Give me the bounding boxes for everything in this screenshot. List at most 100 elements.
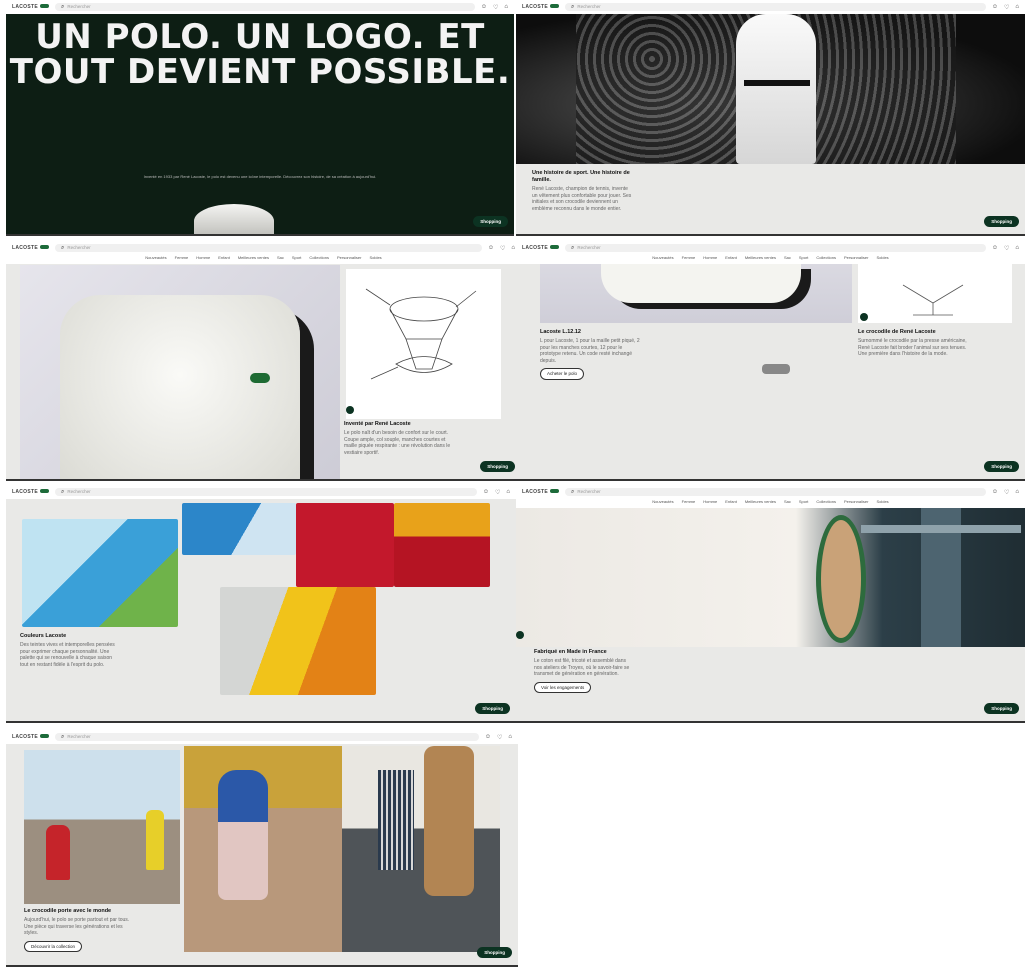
panel-invention: LACOSTE ⌕ Rechercher ☺ ♡ ⌂ Nouveautés Fem…: [6, 241, 521, 481]
search-input[interactable]: ⌕ Rechercher: [55, 3, 475, 11]
wishlist-icon[interactable]: ♡: [495, 489, 500, 496]
nav-item[interactable]: Sport: [799, 499, 809, 508]
cart-icon[interactable]: ⌂: [1015, 245, 1019, 251]
wishlist-icon[interactable]: ♡: [497, 734, 502, 741]
nav-item[interactable]: Nouveautés: [652, 499, 673, 508]
brand-logo[interactable]: LACOSTE: [522, 489, 559, 495]
wishlist-icon[interactable]: ♡: [500, 245, 505, 252]
hero-banner: UN POLO. UN LOGO. ET TOUT DEVIENT POSSIB…: [6, 14, 514, 234]
main-nav: Nouveautés Femme Homme Enfant Meilleures…: [6, 255, 521, 264]
nav-item[interactable]: Collections: [816, 499, 836, 508]
cart-icon[interactable]: ⌂: [511, 245, 515, 251]
nav-item[interactable]: Homme: [196, 255, 210, 264]
nav-item[interactable]: Femme: [682, 255, 696, 264]
nav-item[interactable]: Sport: [292, 255, 302, 264]
nav-item[interactable]: Personnaliser: [844, 499, 868, 508]
brand-logo[interactable]: LACOSTE: [12, 489, 49, 495]
nav-item[interactable]: Collections: [816, 255, 836, 264]
discover-button[interactable]: Découvrir la collection: [24, 940, 83, 953]
invention-body: Le polo naît d'un besoin de confort sur …: [344, 430, 451, 456]
search-input[interactable]: ⌕ Rechercher: [55, 488, 477, 496]
carousel-dot[interactable]: [346, 406, 354, 414]
nav-item[interactable]: Soldes: [876, 499, 888, 508]
account-icon[interactable]: ☺: [485, 734, 491, 740]
nav-item[interactable]: Sport: [799, 255, 809, 264]
cart-icon[interactable]: ⌂: [508, 734, 512, 740]
nav-item[interactable]: Personnaliser: [337, 255, 361, 264]
l1212-caption: Lacoste L.12.12 L pour Lacoste, 1 pour l…: [540, 329, 640, 380]
engagements-button[interactable]: Voir les engagements: [534, 681, 592, 694]
nav-item[interactable]: Homme: [703, 499, 717, 508]
cart-icon[interactable]: ⌂: [1015, 489, 1019, 495]
shop-button[interactable]: Shopping: [984, 703, 1019, 714]
shop-button[interactable]: Shopping: [477, 947, 512, 958]
nav-item[interactable]: Soldes: [369, 255, 381, 264]
search-input[interactable]: ⌕ Rechercher: [565, 244, 986, 252]
brand-logo[interactable]: LACOSTE: [12, 734, 49, 740]
walk-photo: [342, 746, 500, 952]
shop-button[interactable]: Shopping: [984, 461, 1019, 472]
wishlist-icon[interactable]: ♡: [1004, 4, 1009, 11]
shop-button[interactable]: Shopping: [473, 216, 508, 227]
shop-button[interactable]: Shopping: [480, 461, 515, 472]
brand-logo[interactable]: LACOSTE: [12, 245, 49, 251]
nav-item[interactable]: Soldes: [876, 255, 888, 264]
croc-icon: [550, 4, 559, 8]
carousel-dot[interactable]: [516, 631, 524, 639]
l1212-body: L pour Lacoste, 1 pour la maille petit p…: [540, 338, 640, 364]
nav-item[interactable]: Meilleures ventes: [745, 255, 776, 264]
cap-image: [194, 204, 274, 234]
nav-item[interactable]: Meilleures ventes: [238, 255, 269, 264]
nav-item[interactable]: Enfant: [725, 499, 737, 508]
nav-item[interactable]: Meilleures ventes: [745, 499, 776, 508]
buy-polo-button[interactable]: Acheter le polo: [540, 368, 585, 380]
account-icon[interactable]: ☺: [992, 489, 998, 495]
nav-item[interactable]: Sac: [784, 255, 791, 264]
person-striped-skirt: [378, 770, 414, 870]
search-input[interactable]: ⌕ Rechercher: [565, 488, 986, 496]
nav-item[interactable]: Enfant: [725, 255, 737, 264]
panel-history: LACOSTE ⌕ Rechercher ☺ ♡ ⌂ Une histoire d…: [516, 0, 1025, 236]
shop-button[interactable]: Shopping: [475, 703, 510, 714]
account-icon[interactable]: ☺: [481, 4, 487, 10]
brand-logo[interactable]: LACOSTE: [522, 245, 559, 251]
nav-item[interactable]: Femme: [175, 255, 189, 264]
wishlist-icon[interactable]: ♡: [1004, 245, 1009, 252]
cart-icon[interactable]: ⌂: [504, 4, 508, 10]
nav-item[interactable]: Collections: [309, 255, 329, 264]
account-icon[interactable]: ☺: [992, 245, 998, 251]
croc-icon: [40, 245, 49, 249]
nav-item[interactable]: Sac: [784, 499, 791, 508]
nav-item[interactable]: Enfant: [218, 255, 230, 264]
search-input[interactable]: ⌕ Rechercher: [55, 733, 479, 741]
machine-rod: [861, 525, 1021, 533]
wishlist-icon[interactable]: ♡: [493, 4, 498, 11]
person-blue-jacket: [218, 770, 268, 900]
search-input[interactable]: ⌕ Rechercher: [55, 244, 482, 252]
search-input[interactable]: ⌕ Rechercher: [565, 3, 986, 11]
person-beige-coat: [424, 746, 474, 896]
croc-title: Le crocodile de René Lacoste: [858, 329, 936, 335]
account-icon[interactable]: ☺: [488, 245, 494, 251]
cart-icon[interactable]: ⌂: [1015, 4, 1019, 10]
account-icon[interactable]: ☺: [483, 489, 489, 495]
nav-item[interactable]: Homme: [703, 255, 717, 264]
panel-community: LACOSTE ⌕ Rechercher ☺ ♡ ⌂ Le crocodile p…: [6, 730, 518, 967]
brand-logo[interactable]: LACOSTE: [12, 4, 49, 10]
shop-button[interactable]: Shopping: [984, 216, 1019, 227]
invention-title: Inventé par René Lacoste: [344, 421, 411, 427]
top-bar: LACOSTE ⌕ Rechercher ☺ ♡ ⌂: [6, 0, 514, 14]
wishlist-icon[interactable]: ♡: [1004, 489, 1009, 496]
nav-item[interactable]: Nouveautés: [145, 255, 166, 264]
nav-item[interactable]: Femme: [682, 499, 696, 508]
nav-item[interactable]: Nouveautés: [652, 255, 673, 264]
carousel-dot[interactable]: [860, 313, 868, 321]
account-icon[interactable]: ☺: [992, 4, 998, 10]
nav-item[interactable]: Sac: [277, 255, 284, 264]
cart-icon[interactable]: ⌂: [506, 489, 510, 495]
colors-body: Des teintes vives et intemporelles pensé…: [20, 642, 115, 668]
top-bar: LACOSTE ⌕ Rechercher ☺ ♡ ⌂: [516, 485, 1025, 499]
history-title: Une histoire de sport. Une histoire de f…: [532, 170, 630, 184]
nav-item[interactable]: Personnaliser: [844, 255, 868, 264]
brand-logo[interactable]: LACOSTE: [522, 4, 559, 10]
